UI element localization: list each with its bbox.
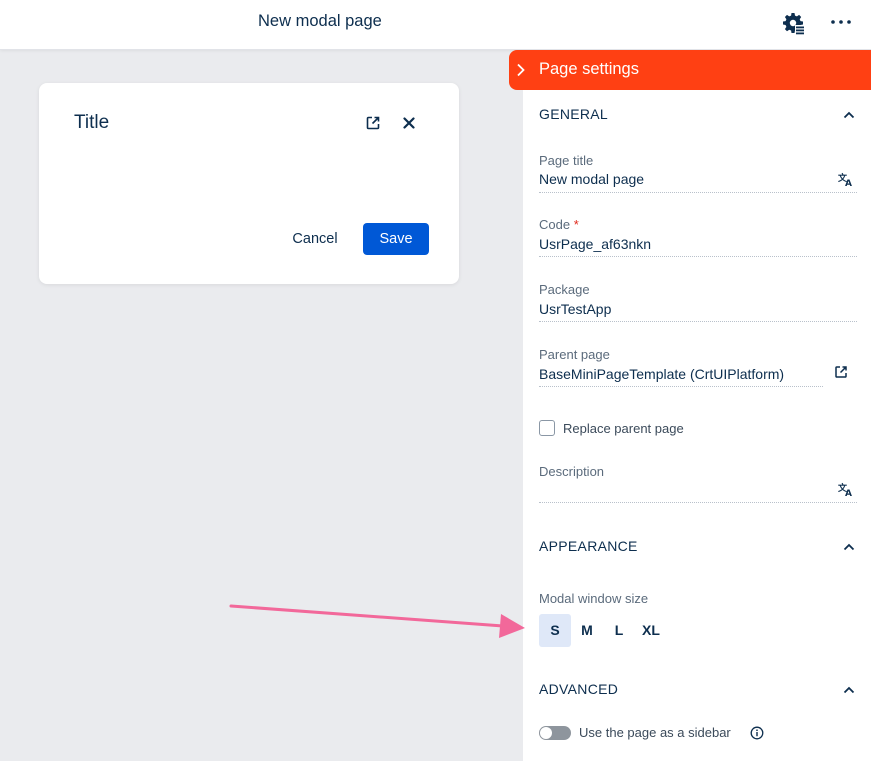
svg-text:A: A bbox=[845, 179, 852, 187]
top-bar: New modal page bbox=[0, 0, 871, 50]
description-label: Description bbox=[539, 464, 605, 479]
parent-page-label: Parent page bbox=[539, 347, 610, 362]
svg-text:A: A bbox=[845, 489, 852, 497]
package-field[interactable]: UsrTestApp bbox=[539, 301, 611, 317]
page-title: New modal page bbox=[258, 12, 382, 30]
gear-settings-icon[interactable] bbox=[781, 11, 805, 35]
close-icon[interactable] bbox=[400, 114, 418, 132]
section-appearance-heading: APPEARANCE bbox=[539, 538, 638, 554]
package-label: Package bbox=[539, 282, 590, 297]
chevron-up-icon[interactable] bbox=[841, 107, 857, 123]
size-option-l[interactable]: L bbox=[603, 614, 635, 647]
size-option-m[interactable]: M bbox=[571, 614, 603, 647]
chevron-right-icon bbox=[513, 62, 529, 78]
sidebar-toggle-label: Use the page as a sidebar bbox=[579, 725, 731, 740]
code-label: Code * bbox=[539, 217, 579, 232]
translate-icon[interactable]: 文 A bbox=[837, 171, 854, 189]
modal-size-label: Modal window size bbox=[539, 591, 649, 606]
open-external-icon[interactable] bbox=[833, 364, 849, 380]
page-title-underline bbox=[539, 192, 857, 193]
package-underline bbox=[539, 321, 857, 322]
chevron-up-icon[interactable] bbox=[841, 539, 857, 555]
replace-parent-label: Replace parent page bbox=[563, 421, 684, 436]
sidebar-toggle[interactable] bbox=[539, 726, 571, 740]
code-field[interactable]: UsrPage_af63nkn bbox=[539, 236, 651, 252]
panel-header-collapse[interactable]: Page settings bbox=[509, 50, 871, 90]
parent-page-underline bbox=[539, 386, 823, 387]
section-advanced-heading: ADVANCED bbox=[539, 681, 619, 697]
code-underline bbox=[539, 256, 857, 257]
section-general-heading: GENERAL bbox=[539, 106, 609, 122]
toggle-knob bbox=[540, 727, 552, 739]
translate-icon[interactable]: 文 A bbox=[837, 481, 854, 499]
replace-parent-checkbox[interactable] bbox=[539, 420, 555, 436]
chevron-up-icon[interactable] bbox=[841, 682, 857, 698]
info-icon[interactable] bbox=[750, 726, 764, 740]
open-external-icon[interactable] bbox=[364, 114, 382, 132]
required-marker: * bbox=[573, 217, 579, 232]
description-field[interactable] bbox=[539, 483, 829, 501]
cancel-button[interactable]: Cancel bbox=[275, 223, 355, 255]
panel-title: Page settings bbox=[539, 60, 639, 78]
size-option-s[interactable]: S bbox=[539, 614, 571, 647]
more-dots-icon[interactable] bbox=[828, 10, 854, 34]
modal-preview: Title Cancel Save bbox=[39, 83, 459, 284]
page-title-field[interactable]: New modal page bbox=[539, 171, 644, 187]
modal-title: Title bbox=[74, 112, 110, 133]
size-option-xl[interactable]: XL bbox=[635, 614, 667, 647]
description-underline bbox=[539, 502, 857, 503]
parent-page-field[interactable]: BaseMiniPageTemplate (CrtUIPlatform) bbox=[539, 366, 784, 382]
page-title-label: Page title bbox=[539, 153, 594, 168]
save-button[interactable]: Save bbox=[363, 223, 429, 255]
